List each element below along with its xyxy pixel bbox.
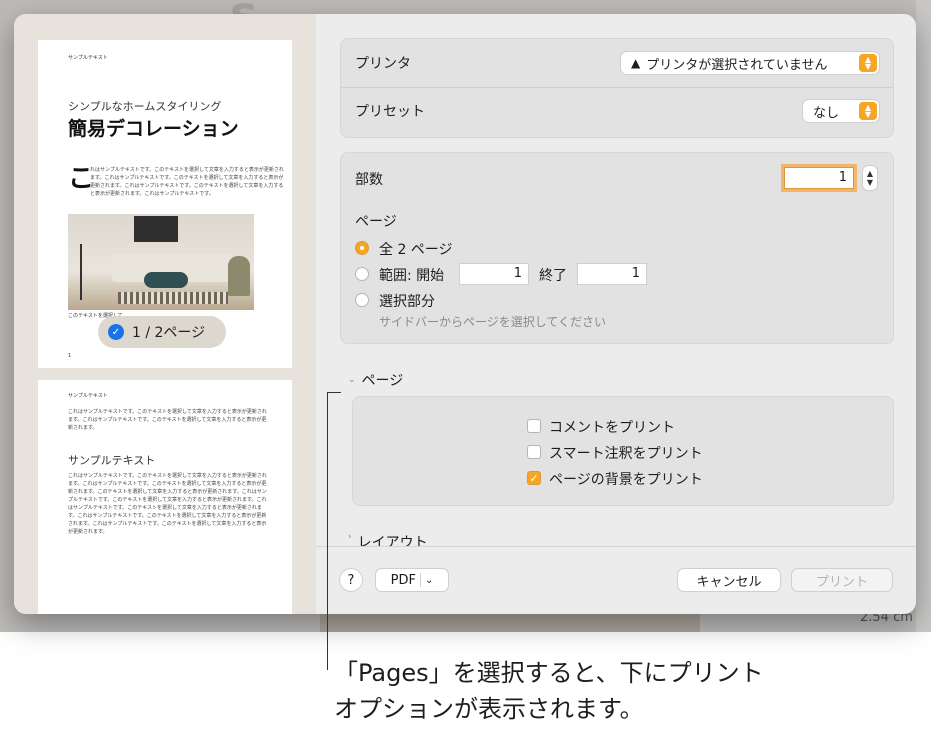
chevron-down-icon: ⌄: [424, 574, 434, 586]
preset-popup[interactable]: なし ▲ ▼: [803, 100, 879, 122]
print-comments-label: コメントをプリント: [549, 420, 675, 436]
copies-label: 部数: [355, 172, 383, 188]
callout-line-2: オプションが表示されます。: [334, 695, 644, 723]
callout-line: [327, 392, 341, 393]
printer-popup[interactable]: ▲ プリンタが選択されていません ▲ ▼: [621, 52, 879, 74]
pages-selection-label: 選択部分: [379, 294, 435, 310]
printer-label: プリンタ: [355, 56, 411, 72]
disclosure-triangle-icon: ⌄: [348, 375, 356, 385]
thumb-paragraph: これはサンプルテキストです。このテキストを選択して文章を入力すると表示が更新され…: [68, 409, 267, 431]
pdf-label: PDF: [390, 572, 416, 588]
preset-label: プリセット: [355, 104, 425, 120]
pdf-menu-button[interactable]: PDF ⌄: [376, 569, 448, 591]
range-from-field[interactable]: 1: [459, 263, 529, 285]
chevron-updown-icon: ▲ ▼: [859, 54, 877, 72]
pages-label: ページ: [355, 214, 397, 230]
print-background-checkbox[interactable]: ✓: [527, 471, 541, 485]
range-to-label: 終了: [539, 268, 567, 284]
copies-field[interactable]: 1: [784, 167, 854, 189]
page-thumbnail-2[interactable]: サンプルテキスト これはサンプルテキストです。このテキストを選択して文章を入力す…: [38, 380, 292, 614]
thumb-title: 簡易デコレーション: [68, 118, 239, 140]
print-button[interactable]: プリント: [792, 569, 892, 591]
thumb-photo: [68, 214, 254, 310]
thumb-subtitle: シンプルなホームスタイリング: [68, 100, 222, 113]
callout-line: [327, 392, 328, 670]
print-smart-annotations-checkbox[interactable]: [527, 445, 541, 459]
callout-line-1: 「Pages」を選択すると、下にプリント: [334, 659, 764, 687]
divider: [341, 87, 893, 88]
thumb-page-number: 1: [68, 353, 72, 359]
pages-range-label: 範囲: 開始: [379, 268, 445, 284]
footer-divider: [316, 546, 916, 547]
pages-range-radio[interactable]: [355, 267, 369, 281]
divider: [419, 573, 421, 587]
pages-section-label: ページ: [361, 373, 404, 389]
selection-hint: サイドバーからページを選択してください: [379, 315, 607, 329]
thumb-heading: サンプルテキスト: [68, 454, 156, 467]
print-smart-annotations-label: スマート注釈をプリント: [549, 446, 703, 462]
thumb-header: サンプルテキスト: [68, 393, 108, 399]
range-to-field[interactable]: 1: [577, 263, 647, 285]
background-inspector-panel: [916, 0, 931, 632]
pages-options-group: コメントをプリント スマート注釈をプリント ✓ ページの背景をプリント: [352, 396, 894, 506]
pages-all-label: 全 2 ページ: [379, 242, 453, 258]
pages-all-radio[interactable]: [355, 241, 369, 255]
callout-text: 「Pages」を選択すると、下にプリント オプションが表示されます。: [334, 655, 854, 727]
thumb-body: れはサンプルテキストです。このテキストを選択して文章を入力すると表示が更新されま…: [90, 167, 284, 197]
print-background-label: ページの背景をプリント: [549, 472, 703, 488]
page-selection-badge[interactable]: ✓ 1 / 2ページ: [98, 316, 226, 348]
preview-sidebar[interactable]: サンプルテキスト シンプルなホームスタイリング 簡易デコレーション こ れはサン…: [14, 14, 316, 614]
preset-popup-value: なし: [813, 105, 840, 121]
check-icon: ✓: [108, 324, 124, 340]
layout-section-label: レイアウト: [357, 535, 428, 546]
thumb-paragraph: これはサンプルテキストです。このテキストを選択して文章を入力すると表示が更新され…: [68, 473, 267, 535]
disclosure-triangle-icon: ›: [348, 532, 352, 542]
warning-icon: ▲: [631, 56, 641, 70]
print-comments-checkbox[interactable]: [527, 419, 541, 433]
thumb-header: サンプルテキスト: [68, 55, 108, 61]
pages-selection-radio[interactable]: [355, 293, 369, 307]
help-button[interactable]: ?: [340, 569, 362, 591]
printer-popup-value: プリンタが選択されていません: [646, 57, 828, 73]
cancel-button[interactable]: キャンセル: [678, 569, 780, 591]
printer-preset-group: プリンタ ▲ プリンタが選択されていません ▲ ▼ プリセット なし ▲ ▼: [340, 38, 894, 138]
chevron-updown-icon: ▲ ▼: [859, 102, 877, 120]
layout-section-toggle[interactable]: › レイアウト: [348, 532, 428, 546]
copies-stepper[interactable]: ▲ ▼: [863, 166, 877, 190]
print-dialog: サンプルテキスト シンプルなホームスタイリング 簡易デコレーション こ れはサン…: [14, 14, 916, 614]
background-photo: [320, 612, 700, 632]
copies-pages-group: 部数 1 ▲ ▼ ページ 全 2 ページ 範囲: 開始 1 終了 1 選択部分 サ…: [340, 152, 894, 344]
pages-section-toggle[interactable]: ⌄ ページ: [348, 370, 403, 390]
page-badge-label: 1 / 2ページ: [132, 325, 206, 341]
